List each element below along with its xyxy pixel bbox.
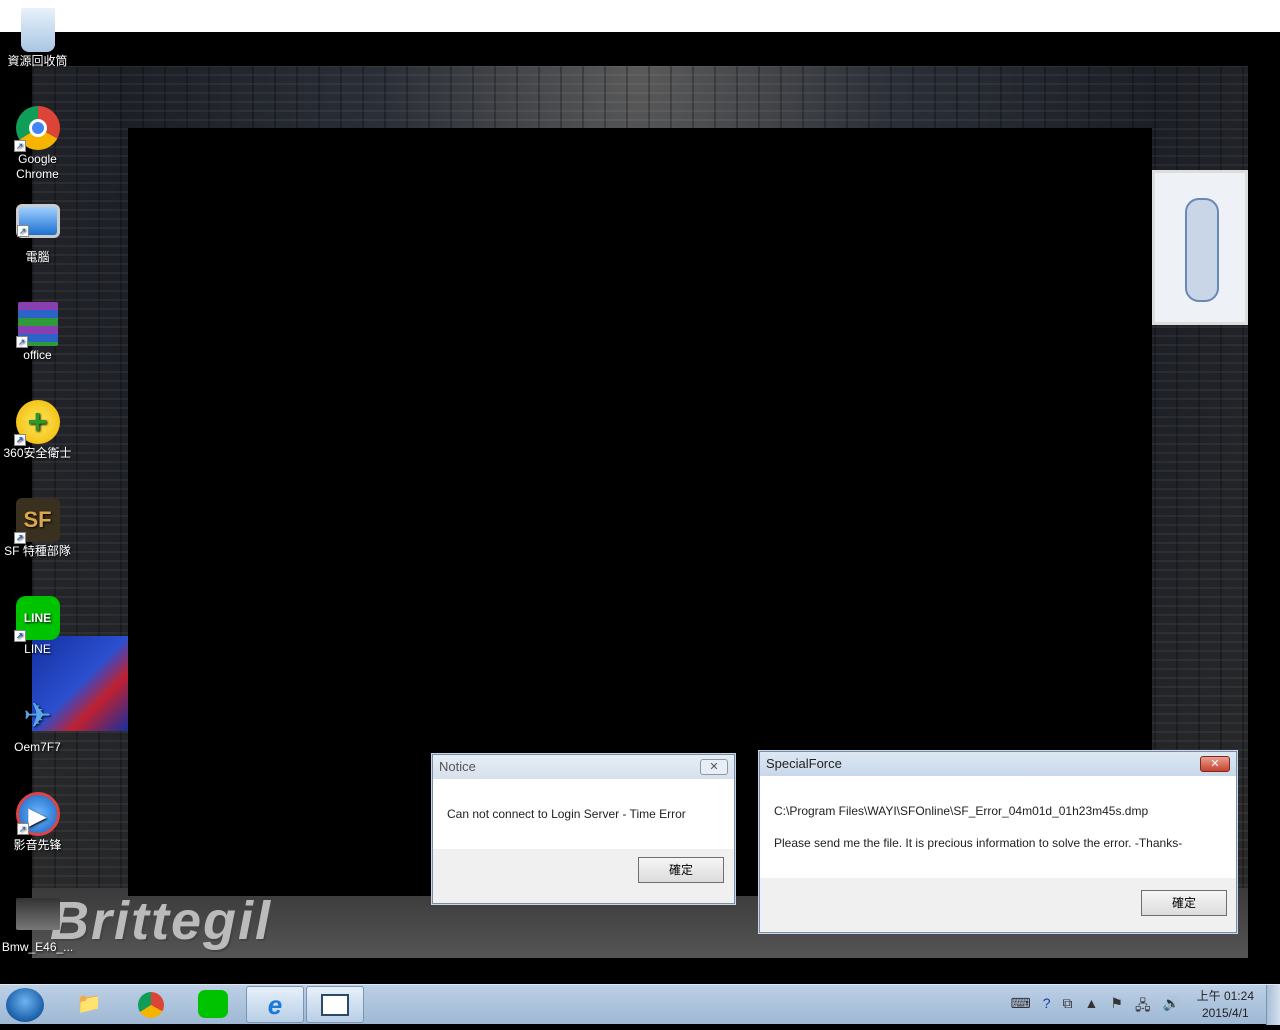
icon-label: Bmw_E46_... — [1, 940, 74, 954]
system-tray: ⌨ ? ⧉ ▲ ⚑ 🖧 🔊 — [1011, 995, 1181, 1019]
keyboard-icon[interactable]: ⌨ — [1011, 995, 1031, 1019]
oem-icon: ✈ — [23, 697, 52, 735]
windows-switch-icon[interactable]: ⧉ — [1063, 995, 1073, 1019]
desktop-icon-360[interactable]: + ↗ 360安全衛士 — [0, 400, 75, 461]
ok-button[interactable]: 確定 — [1141, 890, 1227, 916]
notice-message: Can not connect to Login Server - Time E… — [447, 807, 686, 821]
media-player-icon: ▶ ↗ — [15, 792, 60, 836]
show-hidden-icons-icon[interactable]: ▲ — [1085, 995, 1099, 1019]
icon-label: Oem7F7 — [14, 740, 61, 754]
taskbar: 📁 e ⌨ ? ⧉ ▲ ⚑ 🖧 🔊 上午 01:24 2015/4/1 — [0, 984, 1280, 1025]
line-icon: LINE ↗ — [13, 596, 60, 642]
game-taskbar-icon[interactable] — [306, 986, 364, 1023]
desktop-icon-office[interactable]: ↗ office — [0, 302, 75, 363]
desktop-icon-computer[interactable]: ↗ 電腦 — [0, 204, 75, 265]
special-force-icon: SF ↗ — [13, 498, 60, 544]
desktop-icon-special-force[interactable]: SF ↗ SF 特種部隊 — [0, 498, 75, 559]
close-button[interactable]: ✕ — [1200, 756, 1230, 772]
chrome-taskbar-icon[interactable] — [122, 986, 180, 1023]
desktop-icon-oem[interactable]: ✈ Oem7F7 — [0, 694, 75, 755]
clock-date: 2015/4/1 — [1201, 1006, 1249, 1020]
icon-label: 影音先锋 — [13, 838, 62, 852]
360-security-icon: + ↗ — [13, 400, 60, 446]
notice-dialog: Notice ✕ Can not connect to Login Server … — [432, 754, 735, 904]
desktop-icon-recycle-bin[interactable]: 資源回收筒 — [0, 8, 75, 69]
clock[interactable]: 上午 01:24 2015/4/1 — [1197, 988, 1254, 1022]
line-taskbar-icon[interactable] — [184, 986, 242, 1023]
dump-path: C:\Program Files\WAYI\SFOnline\SF_Error_… — [774, 804, 1149, 818]
network-icon[interactable]: 🖧 — [1135, 995, 1151, 1019]
explorer-taskbar-icon[interactable]: 📁 — [60, 986, 118, 1023]
computer-icon: ↗ — [15, 204, 60, 238]
show-desktop-button[interactable] — [1266, 985, 1280, 1025]
icon-label: SF 特種部隊 — [4, 544, 71, 558]
close-button[interactable]: ✕ — [700, 759, 728, 775]
ie-taskbar-icon[interactable]: e — [246, 986, 304, 1023]
dialog-title: Notice — [439, 759, 476, 774]
bmw-image-icon — [15, 898, 60, 930]
desktop-icon-bmw[interactable]: Bmw_E46_... — [0, 898, 75, 955]
sf-message: Please send me the file. It is precious … — [774, 836, 1183, 850]
icon-label: office — [23, 348, 52, 362]
wallpaper-poster — [1152, 170, 1248, 325]
chrome-icon: ↗ — [13, 106, 60, 152]
dialog-title: SpecialForce — [766, 756, 842, 771]
clock-time: 上午 01:24 — [1196, 989, 1254, 1003]
desktop-icon-chrome[interactable]: ↗ Google Chrome — [0, 106, 75, 182]
specialforce-dialog: SpecialForce ✕ C:\Program Files\WAYI\SFOn… — [759, 751, 1237, 933]
icon-label: 資源回收筒 — [7, 54, 68, 68]
icon-label: 360安全衛士 — [3, 446, 72, 460]
desktop-icon-line[interactable]: LINE ↗ LINE — [0, 596, 75, 657]
recycle-bin-icon — [20, 8, 55, 52]
top-strip — [0, 0, 1280, 32]
icon-label: 電腦 — [25, 250, 50, 264]
icon-label: Google Chrome — [16, 152, 59, 181]
help-icon[interactable]: ? — [1043, 995, 1051, 1019]
icon-label: LINE — [24, 642, 51, 656]
wallpaper-logo: Brittegil — [50, 891, 273, 951]
desktop-icon-media-player[interactable]: ▶ ↗ 影音先锋 — [0, 792, 75, 853]
action-center-flag-icon[interactable]: ⚑ — [1110, 995, 1123, 1019]
winrar-icon: ↗ — [15, 302, 58, 348]
ok-button[interactable]: 確定 — [638, 857, 724, 883]
volume-icon[interactable]: 🔊 — [1163, 995, 1180, 1019]
start-button[interactable] — [6, 988, 44, 1022]
